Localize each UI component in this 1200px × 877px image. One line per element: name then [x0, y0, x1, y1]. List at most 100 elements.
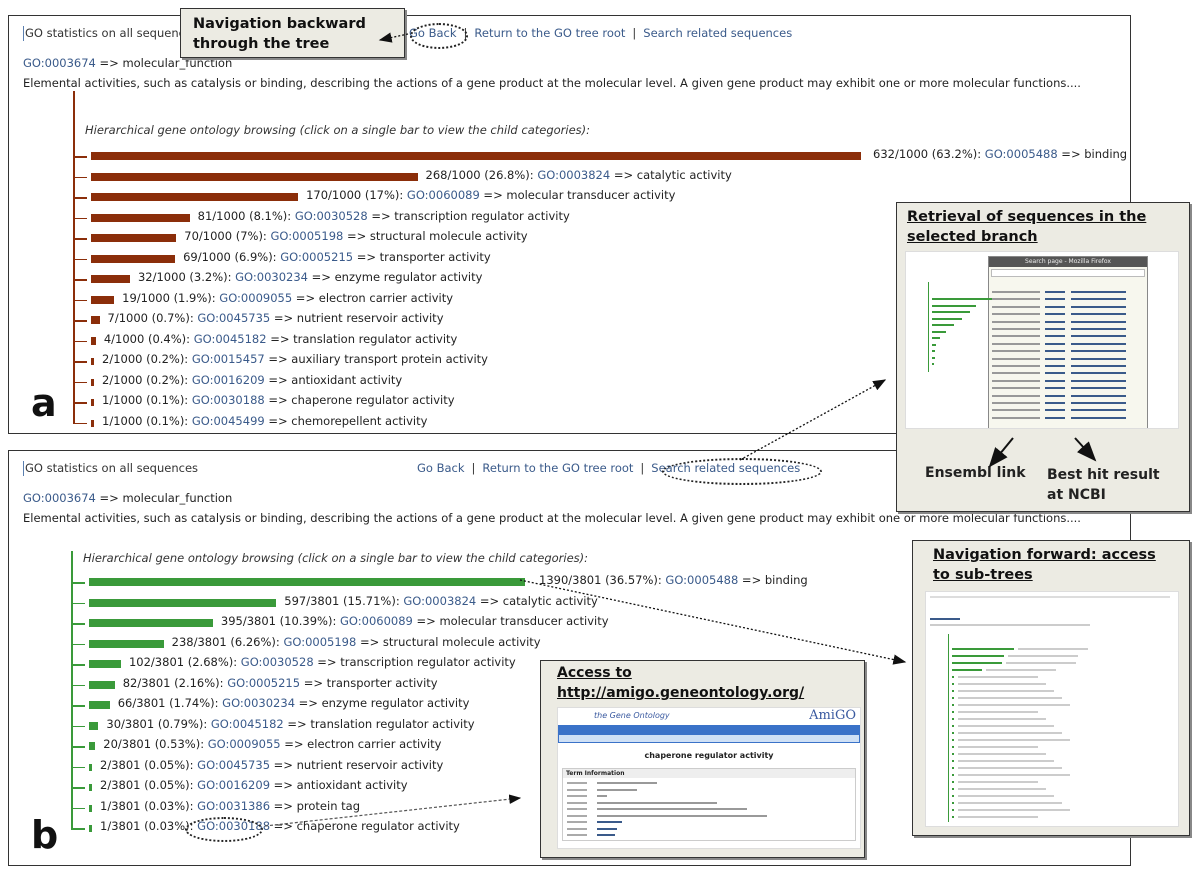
gene-name-cell	[992, 402, 1040, 404]
count-bar[interactable]	[91, 316, 100, 324]
return-root-link[interactable]: Return to the GO tree root	[482, 461, 633, 475]
root-go-link[interactable]: GO:0003674	[23, 491, 96, 505]
count-bar[interactable]	[91, 213, 190, 222]
go-term-name: => protein tag	[270, 798, 360, 813]
go-term-link[interactable]: GO:0003824	[403, 594, 476, 608]
panel-label: b	[31, 813, 59, 857]
mini-go-link	[930, 618, 960, 620]
panel-label: a	[31, 381, 57, 425]
mini-label	[958, 760, 1054, 762]
count-bar[interactable]	[89, 825, 92, 832]
go-term-name: => transporter activity	[300, 675, 438, 690]
ensembl-link-cell	[1045, 365, 1065, 367]
go-term-link[interactable]: GO:0016209	[192, 373, 265, 387]
go-term-link[interactable]: GO:0005215	[227, 676, 300, 690]
count-bar[interactable]	[91, 275, 130, 283]
count-bar[interactable]	[91, 254, 176, 263]
go-term-link[interactable]: GO:0030528	[295, 209, 368, 223]
count-bar[interactable]	[89, 763, 92, 771]
gene-name-cell	[992, 416, 1040, 419]
best-hit-cell	[1071, 416, 1126, 419]
count-bar[interactable]	[91, 399, 94, 406]
go-term-link[interactable]: GO:0005198	[283, 635, 356, 649]
count-bar[interactable]	[89, 680, 115, 689]
count-bar[interactable]	[91, 295, 115, 304]
count-bar[interactable]	[89, 619, 213, 627]
mini-bar	[952, 809, 954, 811]
go-back-link[interactable]: Go Back	[417, 461, 465, 475]
go-term-name: => binding	[1057, 147, 1128, 161]
go-term-link[interactable]: GO:0031386	[197, 799, 270, 813]
count-bar[interactable]	[89, 578, 525, 586]
go-term-link[interactable]: GO:0030188	[192, 393, 265, 407]
go-term-link[interactable]: GO:0045735	[197, 758, 270, 772]
go-term-link[interactable]: GO:0009055	[219, 291, 292, 305]
gene-name-cell	[992, 387, 1040, 390]
gene-name-cell	[992, 379, 1040, 382]
go-term-link[interactable]: GO:0009055	[208, 737, 281, 751]
search-related-link[interactable]: Search related sequences	[643, 26, 792, 40]
root-go-link[interactable]: GO:0003674	[23, 56, 96, 70]
go-term-link[interactable]: GO:0005488	[665, 573, 738, 587]
count-bar[interactable]	[91, 419, 94, 427]
go-term-link[interactable]: GO:0060089	[407, 188, 480, 202]
count-bar[interactable]	[89, 701, 110, 709]
count-bar[interactable]	[91, 358, 94, 365]
count-bar[interactable]	[89, 639, 164, 648]
page-title: GO statistics on all sequences	[23, 461, 199, 476]
callout-nav-backward: Navigation backward through the tree	[180, 8, 405, 58]
go-term-link[interactable]: GO:0005215	[280, 250, 353, 264]
row-label: 170/1000 (17%): GO:0060089 => molecular …	[306, 188, 675, 202]
row-label: 2/3801 (0.05%): GO:0045735 => nutrient r…	[100, 758, 443, 772]
mini-label	[958, 725, 1054, 727]
go-term-name: => antioxidant activity	[270, 778, 408, 792]
mini-label	[958, 683, 1046, 685]
count-bar[interactable]	[89, 721, 99, 730]
tree-branch	[73, 156, 87, 158]
go-term-link[interactable]: GO:0045182	[211, 717, 284, 731]
row-label: 1390/3801 (36.57%): GO:0005488 => bindin…	[539, 573, 808, 587]
count-bar[interactable]	[89, 598, 277, 607]
ensembl-link-label: Ensembl link	[925, 465, 1026, 481]
gene-name-cell	[992, 365, 1040, 367]
go-term-link[interactable]: GO:0045182	[194, 332, 267, 346]
count-bar[interactable]	[91, 152, 861, 160]
count-bar[interactable]	[89, 784, 92, 791]
mini-bar	[932, 343, 936, 346]
go-term-link[interactable]: GO:0030234	[235, 270, 308, 284]
go-term-link[interactable]: GO:0045735	[197, 311, 270, 325]
amigo-field-label	[567, 795, 587, 797]
ensembl-link-cell	[1045, 409, 1065, 412]
mini-bar	[932, 304, 976, 307]
mini-label	[1008, 655, 1078, 657]
go-term-link[interactable]: GO:0030528	[241, 655, 314, 669]
count-bar[interactable]	[91, 172, 418, 181]
mini-bar	[952, 732, 954, 734]
go-term-link[interactable]: GO:0005198	[270, 229, 343, 243]
count-bar[interactable]	[89, 660, 121, 668]
amigo-field-value	[597, 827, 617, 830]
count-stat: 69/1000 (6.9%):	[183, 249, 281, 264]
ensembl-link-cell	[1045, 342, 1065, 345]
go-term-link[interactable]: GO:0016209	[197, 778, 270, 792]
mini-label	[958, 732, 1062, 734]
ensembl-link-cell	[1045, 291, 1065, 293]
go-term-link[interactable]: GO:0015457	[192, 352, 265, 366]
count-bar[interactable]	[91, 336, 96, 345]
go-term-link[interactable]: GO:0045499	[192, 414, 265, 428]
count-bar[interactable]	[91, 193, 299, 201]
go-term-link[interactable]: GO:0003824	[537, 168, 610, 182]
count-bar[interactable]	[91, 234, 177, 242]
tree-branch	[71, 643, 85, 645]
go-term-link[interactable]: GO:0005488	[985, 147, 1058, 161]
count-bar[interactable]	[89, 742, 96, 750]
count-bar[interactable]	[89, 804, 92, 812]
count-stat: 1/1000 (0.1%):	[102, 413, 192, 428]
go-term-name: => catalytic activity	[476, 593, 598, 608]
go-term-link[interactable]: GO:0030234	[222, 696, 295, 710]
tree-branch	[73, 299, 87, 301]
count-bar[interactable]	[91, 378, 94, 386]
go-term-link[interactable]: GO:0060089	[340, 614, 413, 628]
return-root-link[interactable]: Return to the GO tree root	[474, 26, 625, 40]
tree-caption: Hierarchical gene ontology browsing (cli…	[85, 123, 591, 137]
